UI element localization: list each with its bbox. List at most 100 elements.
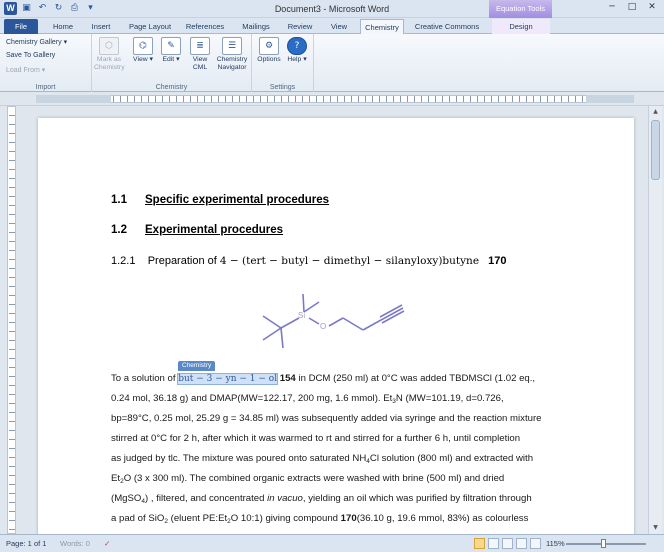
tab-references[interactable]: References [180,19,230,34]
vertical-ruler[interactable] [7,106,16,534]
vruler-ticks [9,107,15,533]
bond [303,301,320,313]
web-layout-view-icon[interactable] [502,538,513,549]
compound-name[interactable]: 4 − (tert − butyl − dimethyl − silanylox… [220,255,479,267]
ruler-right-margin [586,95,634,103]
bond [308,317,320,325]
edit-button[interactable]: ✎ Edit ▾ [156,37,186,64]
scroll-up-icon[interactable]: ▲ [649,106,662,118]
word-count[interactable]: Words: 0 [60,539,90,548]
view-cml-button[interactable]: ≣ View CML [185,37,215,72]
bond [302,293,305,313]
outline-view-icon[interactable] [516,538,527,549]
tab-mailings[interactable]: Mailings [234,19,278,34]
zoom-slider-knob[interactable] [601,539,606,548]
options-icon: ⚙ [259,37,279,55]
tab-design[interactable]: Design [492,19,550,34]
paragraph-line: 0.24 mol, 36.18 g) and DMAP(MW=122.17, 2… [111,393,504,405]
navigator-icon: ☰ [222,37,242,55]
ribbon-tabs: File Home Insert Page Layout References … [0,18,664,35]
horizontal-ruler[interactable] [0,92,664,106]
proofing-icon[interactable]: ✓ [104,539,110,548]
bond [342,317,364,331]
tab-page-layout[interactable]: Page Layout [122,19,178,34]
tab-review[interactable]: Review [281,19,319,34]
heading-number: 1.2.1 [111,255,136,267]
bond [262,315,282,329]
status-bar: Page: 1 of 1 Words: 0 ✓ 115% [0,534,664,552]
chemical-structure[interactable]: Si O [253,288,423,358]
edit-structure-icon: ✎ [161,37,181,55]
minimize-icon[interactable]: ─ [606,2,618,12]
heading-number: 1.2 [111,224,127,236]
chemistry-navigator-button[interactable]: ☰ Chemistry Navigator [214,37,250,72]
heading-1-1: 1.1 Specific experimental procedures [111,194,329,206]
view-button[interactable]: ⌬ View ▾ [128,37,158,64]
paragraph-line: stirred at 0°C for 2 h, after which it w… [111,433,521,444]
load-from-button[interactable]: Load From ▾ [6,66,45,74]
ruler-left-margin [36,95,111,103]
zoom-slider[interactable] [566,543,646,545]
options-button[interactable]: ⚙ Options [254,37,284,64]
heading-text: Experimental procedures [145,224,284,236]
heading-text: Specific experimental procedures [145,194,330,206]
paragraph-line: Et2O (3 x 300 ml). The combined organic … [111,473,505,485]
vertical-scrollbar[interactable]: ▲ ▼ [648,106,662,534]
bond [280,317,300,329]
chemistry-group: ⬡ Mark as Chemistry ⌬ View ▾ ✎ Edit ▾ ≣ … [92,34,252,92]
window-controls: ─ □ ✕ [606,2,658,12]
zoom-level[interactable]: 115% [546,539,565,548]
heading-number: 1.1 [111,194,127,206]
atom-o: O [320,322,326,331]
save-to-gallery-button[interactable]: Save To Gallery [6,52,55,59]
paragraph-line: (MgSO4) , filtered, and concentrated in … [111,493,532,505]
heading-1-2: 1.2 Experimental procedures [111,224,283,236]
scroll-down-icon[interactable]: ▼ [649,522,662,534]
cml-document-icon: ≣ [190,37,210,55]
window-title: Document3 - Microsoft Word [274,4,390,14]
chemistry-highlight[interactable]: but − 3 − yn − 1 − ol [177,373,279,385]
bond [362,319,382,331]
settings-group-label: Settings [269,84,296,91]
chemistry-gallery-button[interactable]: Chemistry Gallery ▾ [6,38,67,46]
tab-creative-commons[interactable]: Creative Commons [410,19,484,34]
full-screen-view-icon[interactable] [488,538,499,549]
paragraph-line: as judged by tlc. The mixture was poured… [111,453,534,465]
tab-file[interactable]: File [4,19,38,34]
tab-home[interactable]: Home [46,19,80,34]
heading-1-2-1: 1.2.1 Preparation of 4 − (tert − butyl −… [111,255,506,267]
page-count[interactable]: Page: 1 of 1 [6,539,46,548]
settings-group: ⚙ Options ? Help ▾ Settings [252,34,314,92]
chemistry-content-control-tag[interactable]: Chemistry [178,361,216,371]
print-layout-view-icon[interactable] [474,538,485,549]
import-group: Chemistry Gallery ▾ Save To Gallery Load… [0,34,92,92]
view-structure-icon: ⌬ [133,37,153,55]
tab-view[interactable]: View [322,19,356,34]
chemistry-group-label: Chemistry [155,84,188,91]
paragraph-line: bp=89°C, 0.25 mol, 25.29 g = 34.85 ml) w… [111,413,542,424]
heading-text: Preparation of [147,255,217,267]
tab-chemistry[interactable]: Chemistry [360,19,404,35]
molecule-icon: ⬡ [99,37,119,55]
draft-view-icon[interactable] [530,538,541,549]
ribbon: Chemistry Gallery ▾ Save To Gallery Load… [0,34,664,92]
paragraph-line: a pad of SiO2 (eluent PE:Et2O 10:1) givi… [111,513,529,525]
atom-si: Si [298,311,305,320]
help-button[interactable]: ? Help ▾ [282,37,312,64]
bond [280,327,284,349]
help-icon: ? [287,37,307,55]
import-group-label: Import [35,84,56,91]
scroll-thumb[interactable] [651,120,660,180]
bond [262,327,282,341]
close-icon[interactable]: ✕ [646,2,658,12]
maximize-icon[interactable]: □ [626,2,638,12]
equation-tools-context: Equation Tools [489,0,552,18]
mark-as-chemistry-button[interactable]: ⬡ Mark as Chemistry [94,37,125,72]
ruler-strip [36,95,634,103]
bond [328,317,344,327]
compound-number: 170 [488,255,507,267]
ruler-ticks [37,96,633,102]
document-page[interactable]: 1.1 Specific experimental procedures 1.2 E… [38,118,634,538]
title-bar: W ▣ ↶ ↻ ⎙ ▾ Document3 - Microsoft Word E… [0,0,664,18]
tab-insert[interactable]: Insert [84,19,118,34]
